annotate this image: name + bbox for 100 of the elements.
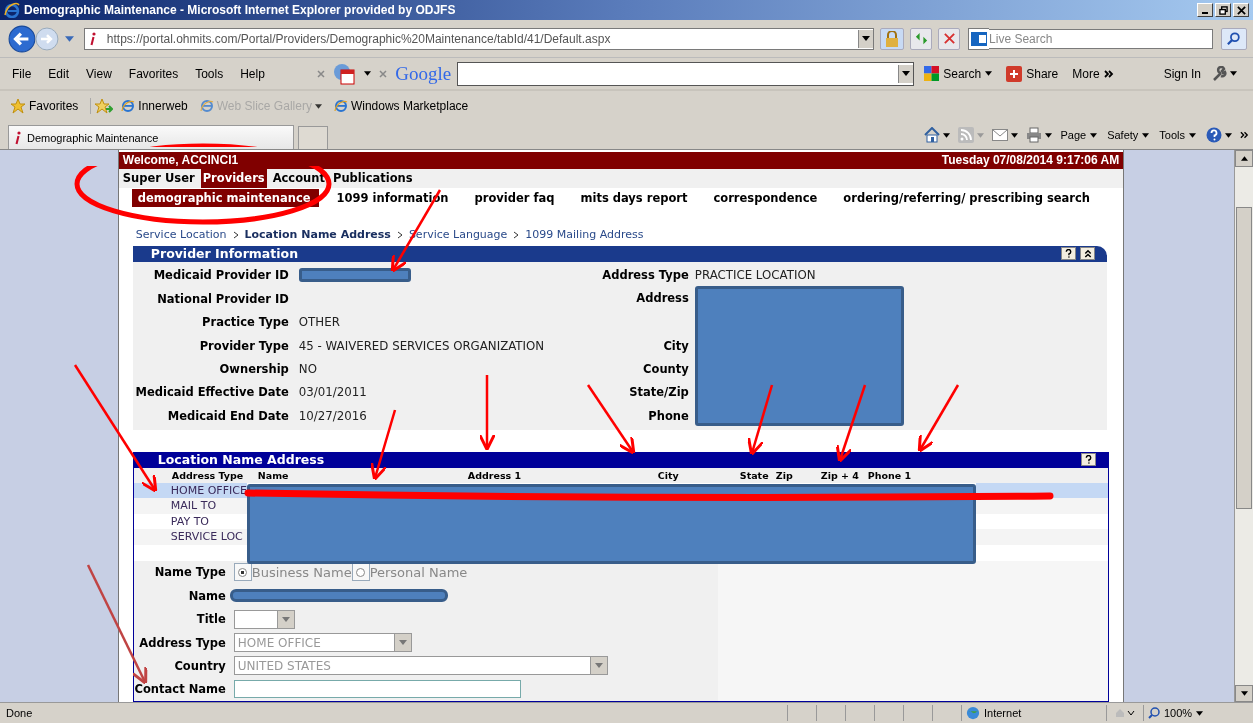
stop-button[interactable] [938,27,961,50]
caret-icon[interactable] [364,71,372,76]
caret-icon [902,71,911,76]
google-search-field[interactable] [457,61,915,86]
field-label: Ownership [218,361,289,376]
command-menu[interactable]: Tools [1159,129,1196,141]
restore-button[interactable] [1215,3,1231,17]
protected-mode-icon[interactable] [1115,708,1135,718]
sub-nav-link[interactable]: mits days report [574,189,696,208]
sign-in-button[interactable]: Sign In [1159,61,1205,86]
field-label: Address Type [138,635,226,650]
caret-icon [314,103,322,109]
field-label: Country [173,658,226,673]
table-row[interactable]: PAY TO [133,513,247,530]
field-label: Medicaid Provider ID [152,268,289,283]
table-row[interactable]: MAIL TO [133,498,247,514]
table-row[interactable]: SERVICE LOC [133,529,247,545]
column-header: Address Type [171,469,245,481]
field-label: Contact Name [133,682,226,697]
dropdown-button[interactable] [858,29,874,48]
e-logo-icon [4,2,20,18]
help-button[interactable] [1061,247,1077,261]
nav-tab[interactable]: Providers [200,169,267,189]
breadcrumb-link[interactable]: Service Location [135,228,227,242]
caret-icon [398,640,407,645]
sub-nav-link[interactable]: demographic maintenance [131,189,319,208]
caret-icon[interactable] [1045,132,1053,138]
sub-nav-link[interactable]: correspondence [707,189,826,208]
info-icon [89,31,96,46]
contact-name-field[interactable] [233,680,521,699]
nav-tab[interactable]: Publications [330,169,415,189]
google-logo: Google [395,62,452,85]
close-icon [942,32,956,45]
nav-tab[interactable]: Account [270,169,327,189]
caret-icon [1189,132,1196,138]
menu-item[interactable]: View [86,66,112,81]
help-icon[interactable] [1206,127,1222,143]
column-header: Zip [775,469,794,481]
favorites-link[interactable]: Innerweb [121,99,188,113]
dropdown-arrow-icon[interactable] [64,35,74,42]
search-button[interactable] [1221,27,1247,50]
plus-icon [1006,65,1023,82]
url-text: https://portal.ohmits.com/Portal/Providers/Demographic%20Maintenance/tabId/41/Default.aspx [106,31,611,46]
field-label: Name [187,588,226,603]
column-header: State [739,469,770,481]
field-label: Name Type [153,565,226,580]
radio-button[interactable] [238,567,248,577]
print-icon[interactable] [1026,127,1043,143]
menu-item[interactable]: Favorites [128,66,179,81]
caret-icon [862,36,871,41]
address-field[interactable]: https://portal.ohmits.com/Portal/Providers/Demographic%20Maintenance/tabId/41/Default.aspx [83,27,875,50]
menu-item[interactable]: File [12,66,32,81]
wrench-icon[interactable] [1211,65,1227,82]
share-button[interactable]: Share [1002,61,1063,86]
column-header: Phone 1 [867,469,912,481]
minimize-button[interactable] [1197,3,1213,17]
refresh-button[interactable] [910,27,933,50]
zoom-button[interactable]: 100% [1143,705,1253,721]
column-header: Zip + 4 [820,469,860,481]
scrollbar[interactable] [1234,150,1253,702]
browser-tab[interactable]: Demographic Maintenance [8,124,294,150]
globe-icon [199,99,214,113]
caret-icon[interactable] [1225,132,1232,138]
lock-button[interactable] [880,27,905,50]
command-menu[interactable]: Safety [1107,129,1150,141]
caret-icon[interactable] [1011,132,1019,138]
radio-button[interactable] [356,567,366,577]
sub-nav-link[interactable]: provider faq [468,189,563,208]
nav-tab[interactable]: Super User [120,169,197,189]
question-icon [1085,455,1093,465]
command-menu[interactable]: Page [1060,129,1098,141]
caret-icon[interactable] [943,132,951,138]
sub-nav-link[interactable]: ordering/referring/ prescribing search [837,189,1098,208]
menu-item[interactable]: Tools [195,66,224,81]
close-button[interactable] [1233,3,1249,17]
menu-item[interactable]: Help [240,66,265,81]
field-label: Address Type [601,268,689,283]
chevron-icon[interactable] [1240,131,1249,139]
pdf-icon[interactable] [333,62,356,85]
field-value: OTHER [298,315,340,330]
help-button[interactable] [1081,453,1097,467]
search-button[interactable]: Search [920,61,997,86]
menu-item[interactable]: Edit [48,66,70,81]
padlock-icon [885,30,900,47]
back-button[interactable] [8,24,36,53]
collapse-button[interactable] [1080,247,1096,261]
favorites-button[interactable]: Favorites [10,98,79,114]
dropdown-button[interactable] [898,64,914,83]
home-icon[interactable] [924,127,941,143]
more-button[interactable]: More [1068,61,1118,86]
grid-icon [924,66,940,81]
favorites-link[interactable]: Windows Marketplace [333,99,469,113]
caret-icon[interactable] [1230,71,1237,76]
globe-icon [966,706,980,720]
title-select[interactable] [233,609,295,629]
breadcrumb-link[interactable]: 1099 Mailing Address [525,228,644,242]
down-arrow-icon[interactable] [1240,691,1248,696]
up-arrow-icon[interactable] [1240,156,1248,161]
caret-icon [1090,132,1098,138]
breadcrumb-link[interactable]: Location Name Address [244,228,391,242]
